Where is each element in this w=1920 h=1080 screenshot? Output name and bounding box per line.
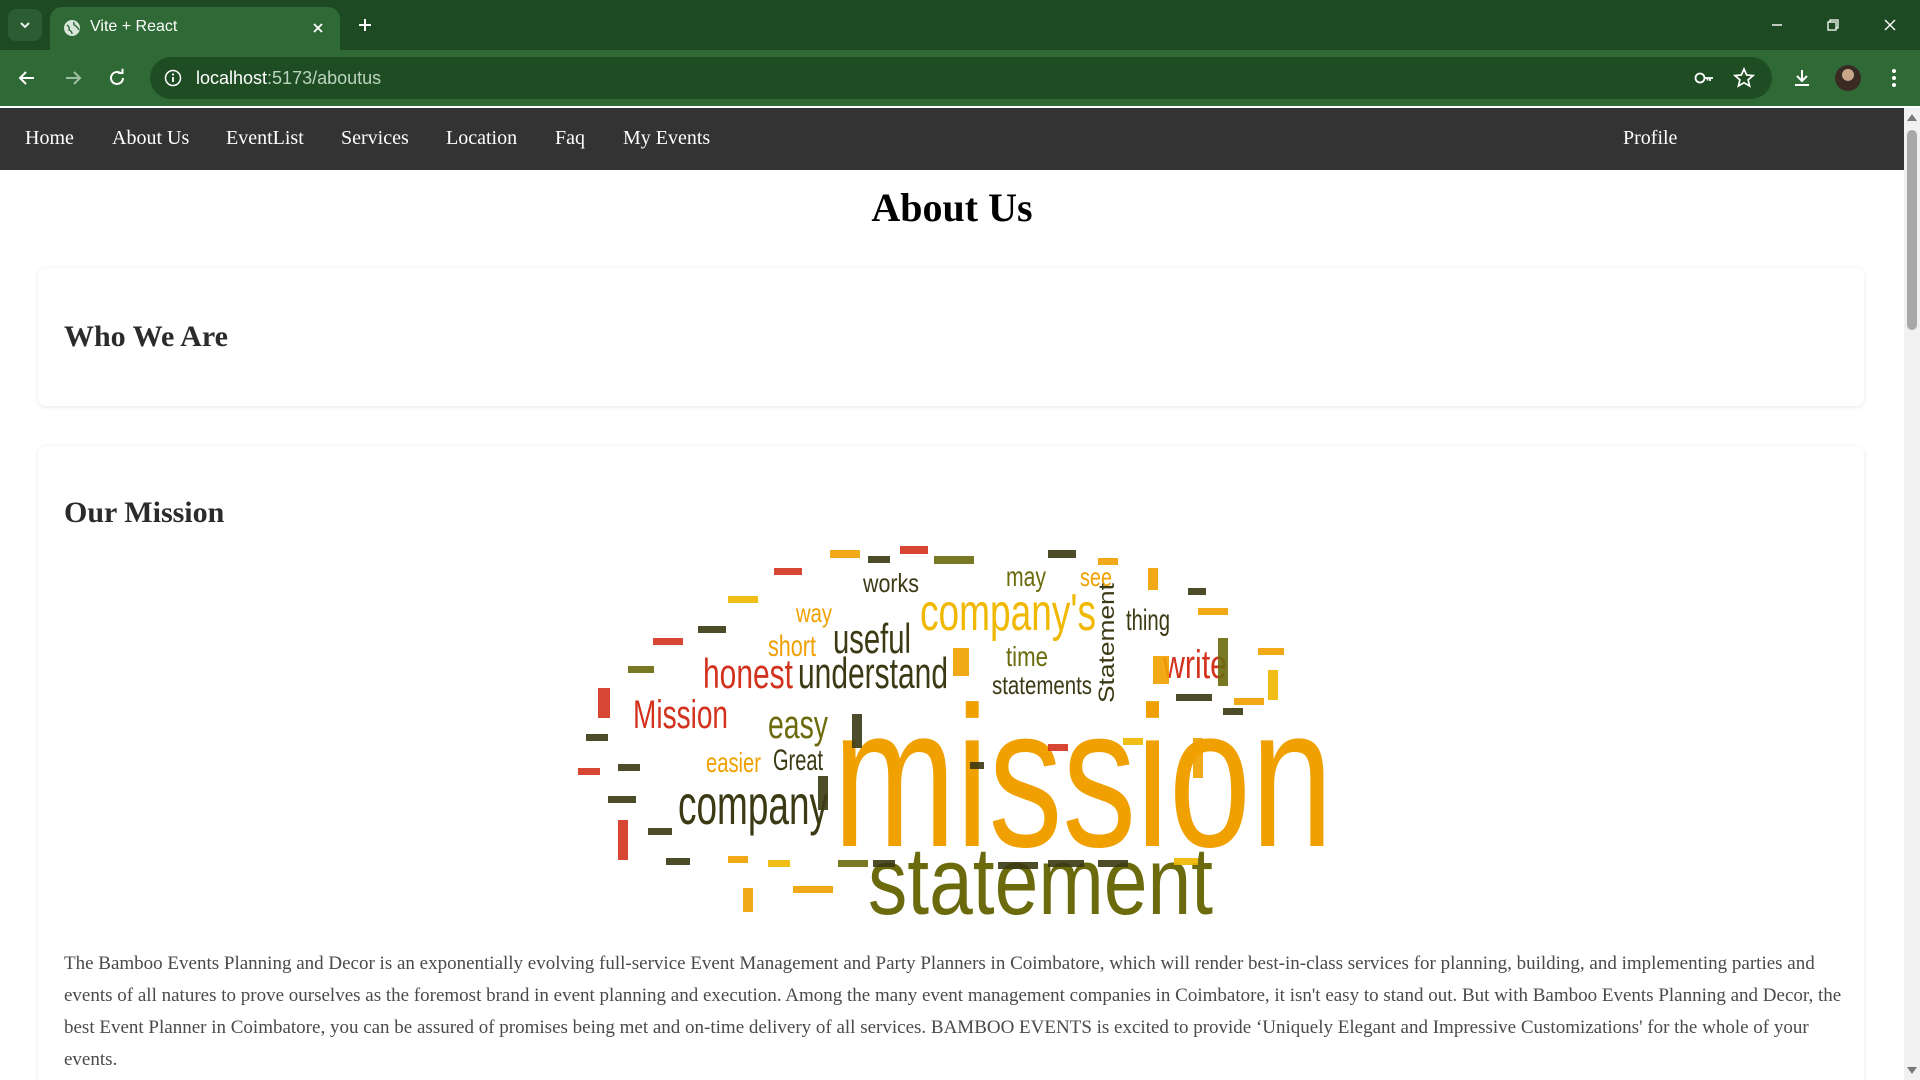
our-mission-card: Our Mission mission statement company co…	[38, 446, 1864, 1080]
word-statement-vertical: Statement	[1094, 583, 1119, 703]
globe-icon	[64, 20, 80, 36]
browser-tab-bar: Vite + React	[0, 0, 1920, 50]
close-icon	[1884, 19, 1896, 31]
back-button[interactable]	[13, 64, 41, 92]
more-vertical-icon	[1892, 69, 1896, 87]
word-time: time	[1006, 641, 1048, 672]
word-statements: statements	[992, 670, 1092, 700]
who-we-are-heading: Who We Are	[64, 320, 228, 353]
close-window-button[interactable]	[1877, 12, 1903, 38]
address-bar[interactable]: localhost:5173/aboutus	[150, 57, 1772, 99]
site-navbar: Home About Us EventList Services Locatio…	[0, 108, 1904, 170]
page-viewport: Home About Us EventList Services Locatio…	[0, 108, 1904, 1080]
word-easier: easier	[706, 747, 761, 778]
word-thing: thing	[1126, 604, 1170, 637]
bookmark-star-icon[interactable]	[1732, 66, 1756, 90]
browser-tab-active[interactable]: Vite + React	[50, 7, 340, 50]
tab-title: Vite + React	[90, 18, 178, 35]
browser-toolbar: localhost:5173/aboutus	[0, 50, 1920, 106]
nav-link-my-events[interactable]: My Events	[623, 127, 710, 150]
arrow-left-icon	[18, 71, 34, 85]
nav-link-faq[interactable]: Faq	[555, 127, 585, 150]
word-mission-small: Mission	[633, 693, 728, 737]
word-easy: easy	[768, 703, 828, 747]
url-text[interactable]: localhost:5173/aboutus	[196, 68, 381, 89]
who-we-are-card: Who We Are	[38, 268, 1864, 406]
new-tab-button[interactable]	[352, 12, 378, 38]
restore-icon	[1827, 19, 1839, 31]
word-may: may	[1006, 561, 1046, 592]
nav-link-home[interactable]: Home	[25, 127, 74, 150]
download-icon	[1795, 70, 1809, 86]
url-host: localhost	[196, 68, 268, 88]
password-key-icon[interactable]	[1692, 66, 1716, 90]
plus-icon	[359, 19, 371, 31]
nav-link-about-us[interactable]: About Us	[112, 127, 189, 150]
close-tab-icon[interactable]	[308, 18, 328, 38]
browser-menu-button[interactable]	[1880, 64, 1908, 92]
chevron-down-icon	[20, 22, 30, 29]
reload-button[interactable]	[103, 64, 131, 92]
reload-icon	[110, 68, 124, 85]
url-path: :5173/aboutus	[267, 68, 382, 88]
our-mission-heading: Our Mission	[64, 496, 225, 529]
scroll-down-arrow-icon[interactable]	[1907, 1067, 1917, 1074]
scroll-up-arrow-icon[interactable]	[1907, 114, 1917, 121]
word-company: company	[678, 773, 828, 836]
word-useful: useful	[833, 615, 911, 662]
word-companys: company's	[920, 584, 1096, 642]
nav-link-location[interactable]: Location	[446, 127, 517, 150]
nav-link-services[interactable]: Services	[341, 127, 409, 150]
word-statement: statement	[868, 828, 1213, 918]
restore-button[interactable]	[1820, 12, 1846, 38]
word-great: Great	[773, 744, 823, 777]
mission-paragraph: The Bamboo Events Planning and Decor is …	[64, 953, 1842, 1070]
forward-button[interactable]	[59, 64, 87, 92]
page-title: About Us	[871, 185, 1033, 230]
nav-link-profile[interactable]: Profile	[1623, 127, 1677, 150]
word-way: way	[795, 598, 832, 628]
profile-avatar[interactable]	[1835, 65, 1861, 91]
nav-link-eventlist[interactable]: EventList	[226, 127, 304, 150]
word-write: write	[1162, 643, 1227, 687]
minimize-button[interactable]	[1764, 12, 1790, 38]
minimize-icon	[1772, 24, 1782, 26]
page-scrollbar[interactable]	[1904, 108, 1920, 1080]
downloads-button[interactable]	[1788, 64, 1816, 92]
mission-statement-word-cloud: mission statement company company's unde…	[578, 546, 1333, 918]
word-short: short	[768, 630, 816, 663]
scrollbar-thumb[interactable]	[1907, 130, 1917, 330]
word-works: works	[862, 568, 919, 598]
site-info-icon[interactable]	[162, 67, 184, 89]
tab-search-button[interactable]	[8, 9, 42, 41]
arrow-right-icon	[66, 71, 82, 85]
